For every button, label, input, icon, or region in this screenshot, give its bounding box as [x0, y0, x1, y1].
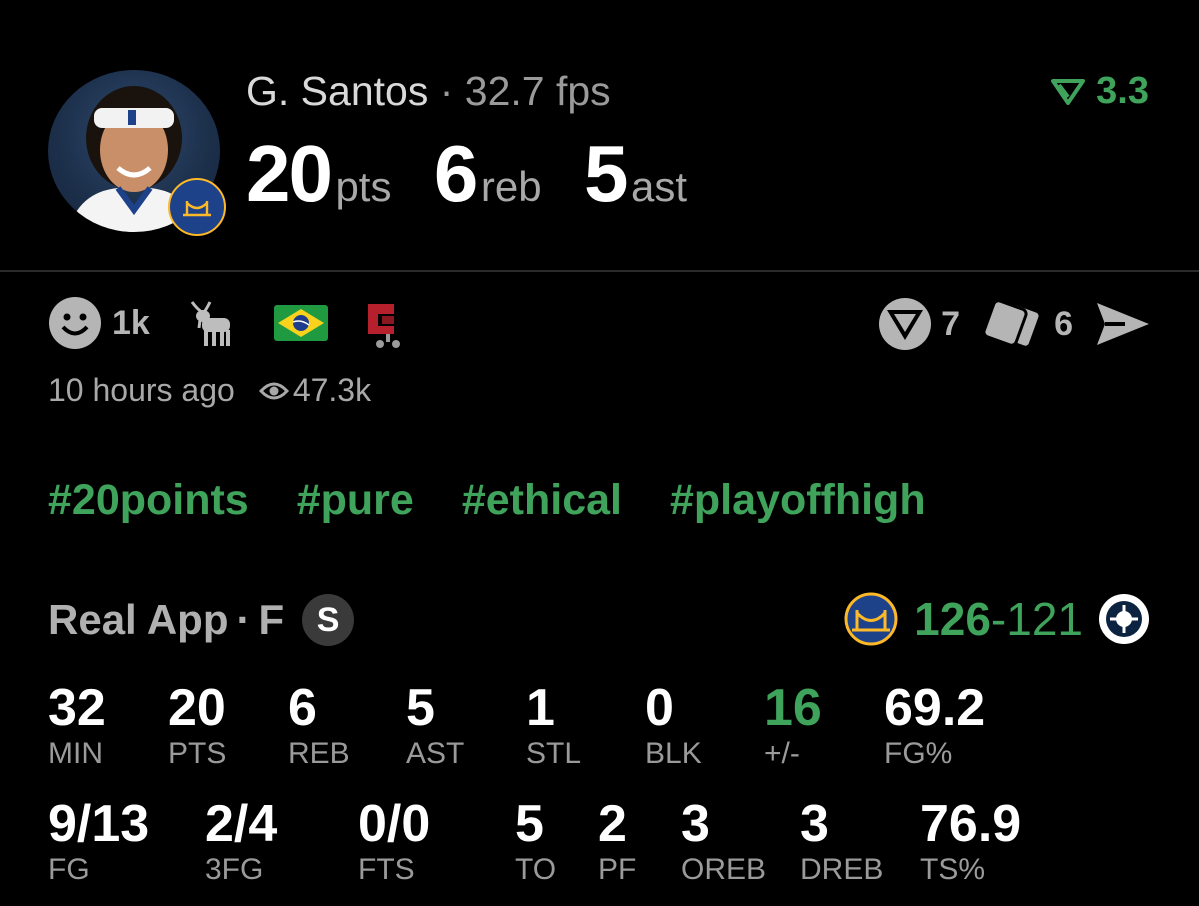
stat-label: MIN	[48, 737, 103, 770]
stat-label: OREB	[681, 853, 767, 886]
stat-value: 69.2	[884, 679, 986, 737]
stat-fg-pct: 69.2 FG%	[884, 680, 985, 770]
stat-dreb: 3 DREB	[800, 796, 883, 886]
stat-value: 3	[681, 795, 710, 853]
stat-pf: 2 PF	[598, 796, 636, 886]
eye-icon	[258, 382, 289, 399]
stat-label: FG%	[884, 737, 953, 770]
headline-ast-value: 5	[584, 129, 628, 218]
home-score: 126	[914, 593, 991, 645]
clamp-icon[interactable]	[358, 296, 412, 350]
stat-label: PF	[598, 853, 637, 886]
stat-stl: 1 STL	[526, 680, 581, 770]
stat-blk: 0 BLK	[645, 680, 702, 770]
stat-label: AST	[406, 737, 465, 770]
s-badge[interactable]: S	[302, 594, 355, 646]
stat-value: 2/4	[205, 795, 278, 853]
stat-value: 5	[406, 679, 435, 737]
stat-ts-pct: 76.9 TS%	[920, 796, 1021, 886]
headline-reb-unit: reb	[480, 163, 542, 210]
game-source: Real App	[48, 596, 229, 643]
headline-pts-unit: pts	[335, 163, 392, 210]
stat-value: 16	[764, 679, 822, 737]
stat-min: 32 MIN	[48, 680, 106, 770]
rating-badge[interactable]: 3.3	[1050, 70, 1149, 113]
stat-value: 1	[526, 679, 555, 737]
vote-count[interactable]: 7	[941, 305, 960, 344]
game-status: F	[258, 596, 285, 643]
stat-value: 76.9	[920, 795, 1022, 853]
hashtags: #20points #pure #ethical #playoffhigh	[48, 476, 926, 525]
reaction-count[interactable]: 1k	[112, 304, 150, 343]
stat-to: 5 TO	[515, 796, 556, 886]
reactions-bar: 1k	[48, 296, 412, 350]
stat-label: 3FG	[205, 853, 264, 886]
stat-value: 3	[800, 795, 829, 853]
game-score[interactable]: 126 - 121	[844, 592, 1151, 646]
away-team-logo-icon	[1099, 594, 1149, 644]
stat-label: STL	[526, 737, 582, 770]
goat-icon[interactable]	[184, 296, 238, 350]
stat-label: FTS	[358, 853, 415, 886]
stat-value: 9/13	[48, 795, 150, 853]
stat-fts: 0/0 FTS	[358, 796, 430, 886]
headline-stats: 20 pts 6 reb 5 ast	[246, 128, 725, 220]
headline-reb-value: 6	[433, 129, 478, 218]
stat-value: 5	[515, 795, 544, 853]
hashtag[interactable]: #ethical	[462, 476, 622, 525]
brazil-flag-icon[interactable]	[273, 305, 328, 341]
headline-ast-unit: ast	[630, 163, 688, 210]
share-send-icon[interactable]	[1095, 299, 1151, 349]
stat-label: FG	[48, 853, 90, 886]
view-count-value: 47.3k	[292, 372, 372, 408]
hashtag[interactable]: #20points	[48, 476, 249, 525]
stat-fg: 9/13 FG	[48, 796, 149, 886]
view-count: 47.3k	[258, 372, 372, 409]
game-dot: ·	[236, 596, 251, 643]
headline-pts-value: 20	[246, 129, 333, 218]
stat-plus-minus: 16 +/-	[764, 680, 822, 770]
away-score: 121	[1006, 593, 1083, 645]
stat-label: BLK	[645, 737, 702, 770]
name-separator: ·	[439, 68, 454, 114]
stat-label: DREB	[800, 853, 884, 886]
hashtag[interactable]: #playoffhigh	[670, 476, 926, 525]
stat-label: PTS	[168, 737, 227, 770]
score-dash: -	[990, 593, 1007, 645]
rating-value: 3.3	[1096, 70, 1149, 112]
stat-label: REB	[288, 737, 350, 770]
stat-oreb: 3 OREB	[681, 796, 766, 886]
stat-reb: 6 REB	[288, 680, 350, 770]
stat-value: 0/0	[358, 795, 431, 853]
stat-value: 2	[598, 795, 627, 853]
stat-value: 20	[168, 679, 226, 737]
player-name[interactable]: G. Santos	[246, 68, 428, 114]
post-meta: 10 hours ago 47.3k	[48, 372, 371, 409]
stat-value: 0	[645, 679, 674, 737]
header-divider	[0, 270, 1199, 272]
smile-icon[interactable]	[48, 296, 102, 350]
vote-circle-icon[interactable]	[877, 296, 933, 352]
post-time: 10 hours ago	[48, 372, 235, 408]
home-team-logo-icon	[844, 592, 898, 646]
post-actions: 7 6	[877, 296, 1151, 352]
team-logo-icon	[168, 178, 226, 236]
cards-count[interactable]: 6	[1054, 305, 1073, 344]
stat-value: 32	[48, 679, 106, 737]
stat-label: TS%	[920, 853, 986, 886]
vote-arrow-icon	[1051, 78, 1086, 105]
cards-icon[interactable]	[982, 296, 1046, 352]
game-source-line: Real App · F S	[48, 594, 355, 646]
fantasy-points: 32.7 fps	[464, 68, 611, 114]
player-name-line: G. Santos · 32.7 fps	[246, 68, 611, 115]
stat-label: TO	[515, 853, 557, 886]
stat-pts: 20 PTS	[168, 680, 226, 770]
stat-label: +/-	[764, 737, 800, 770]
stat-3fg: 2/4 3FG	[205, 796, 277, 886]
hashtag[interactable]: #pure	[297, 476, 414, 525]
stat-ast: 5 AST	[406, 680, 464, 770]
stat-value: 6	[288, 679, 317, 737]
